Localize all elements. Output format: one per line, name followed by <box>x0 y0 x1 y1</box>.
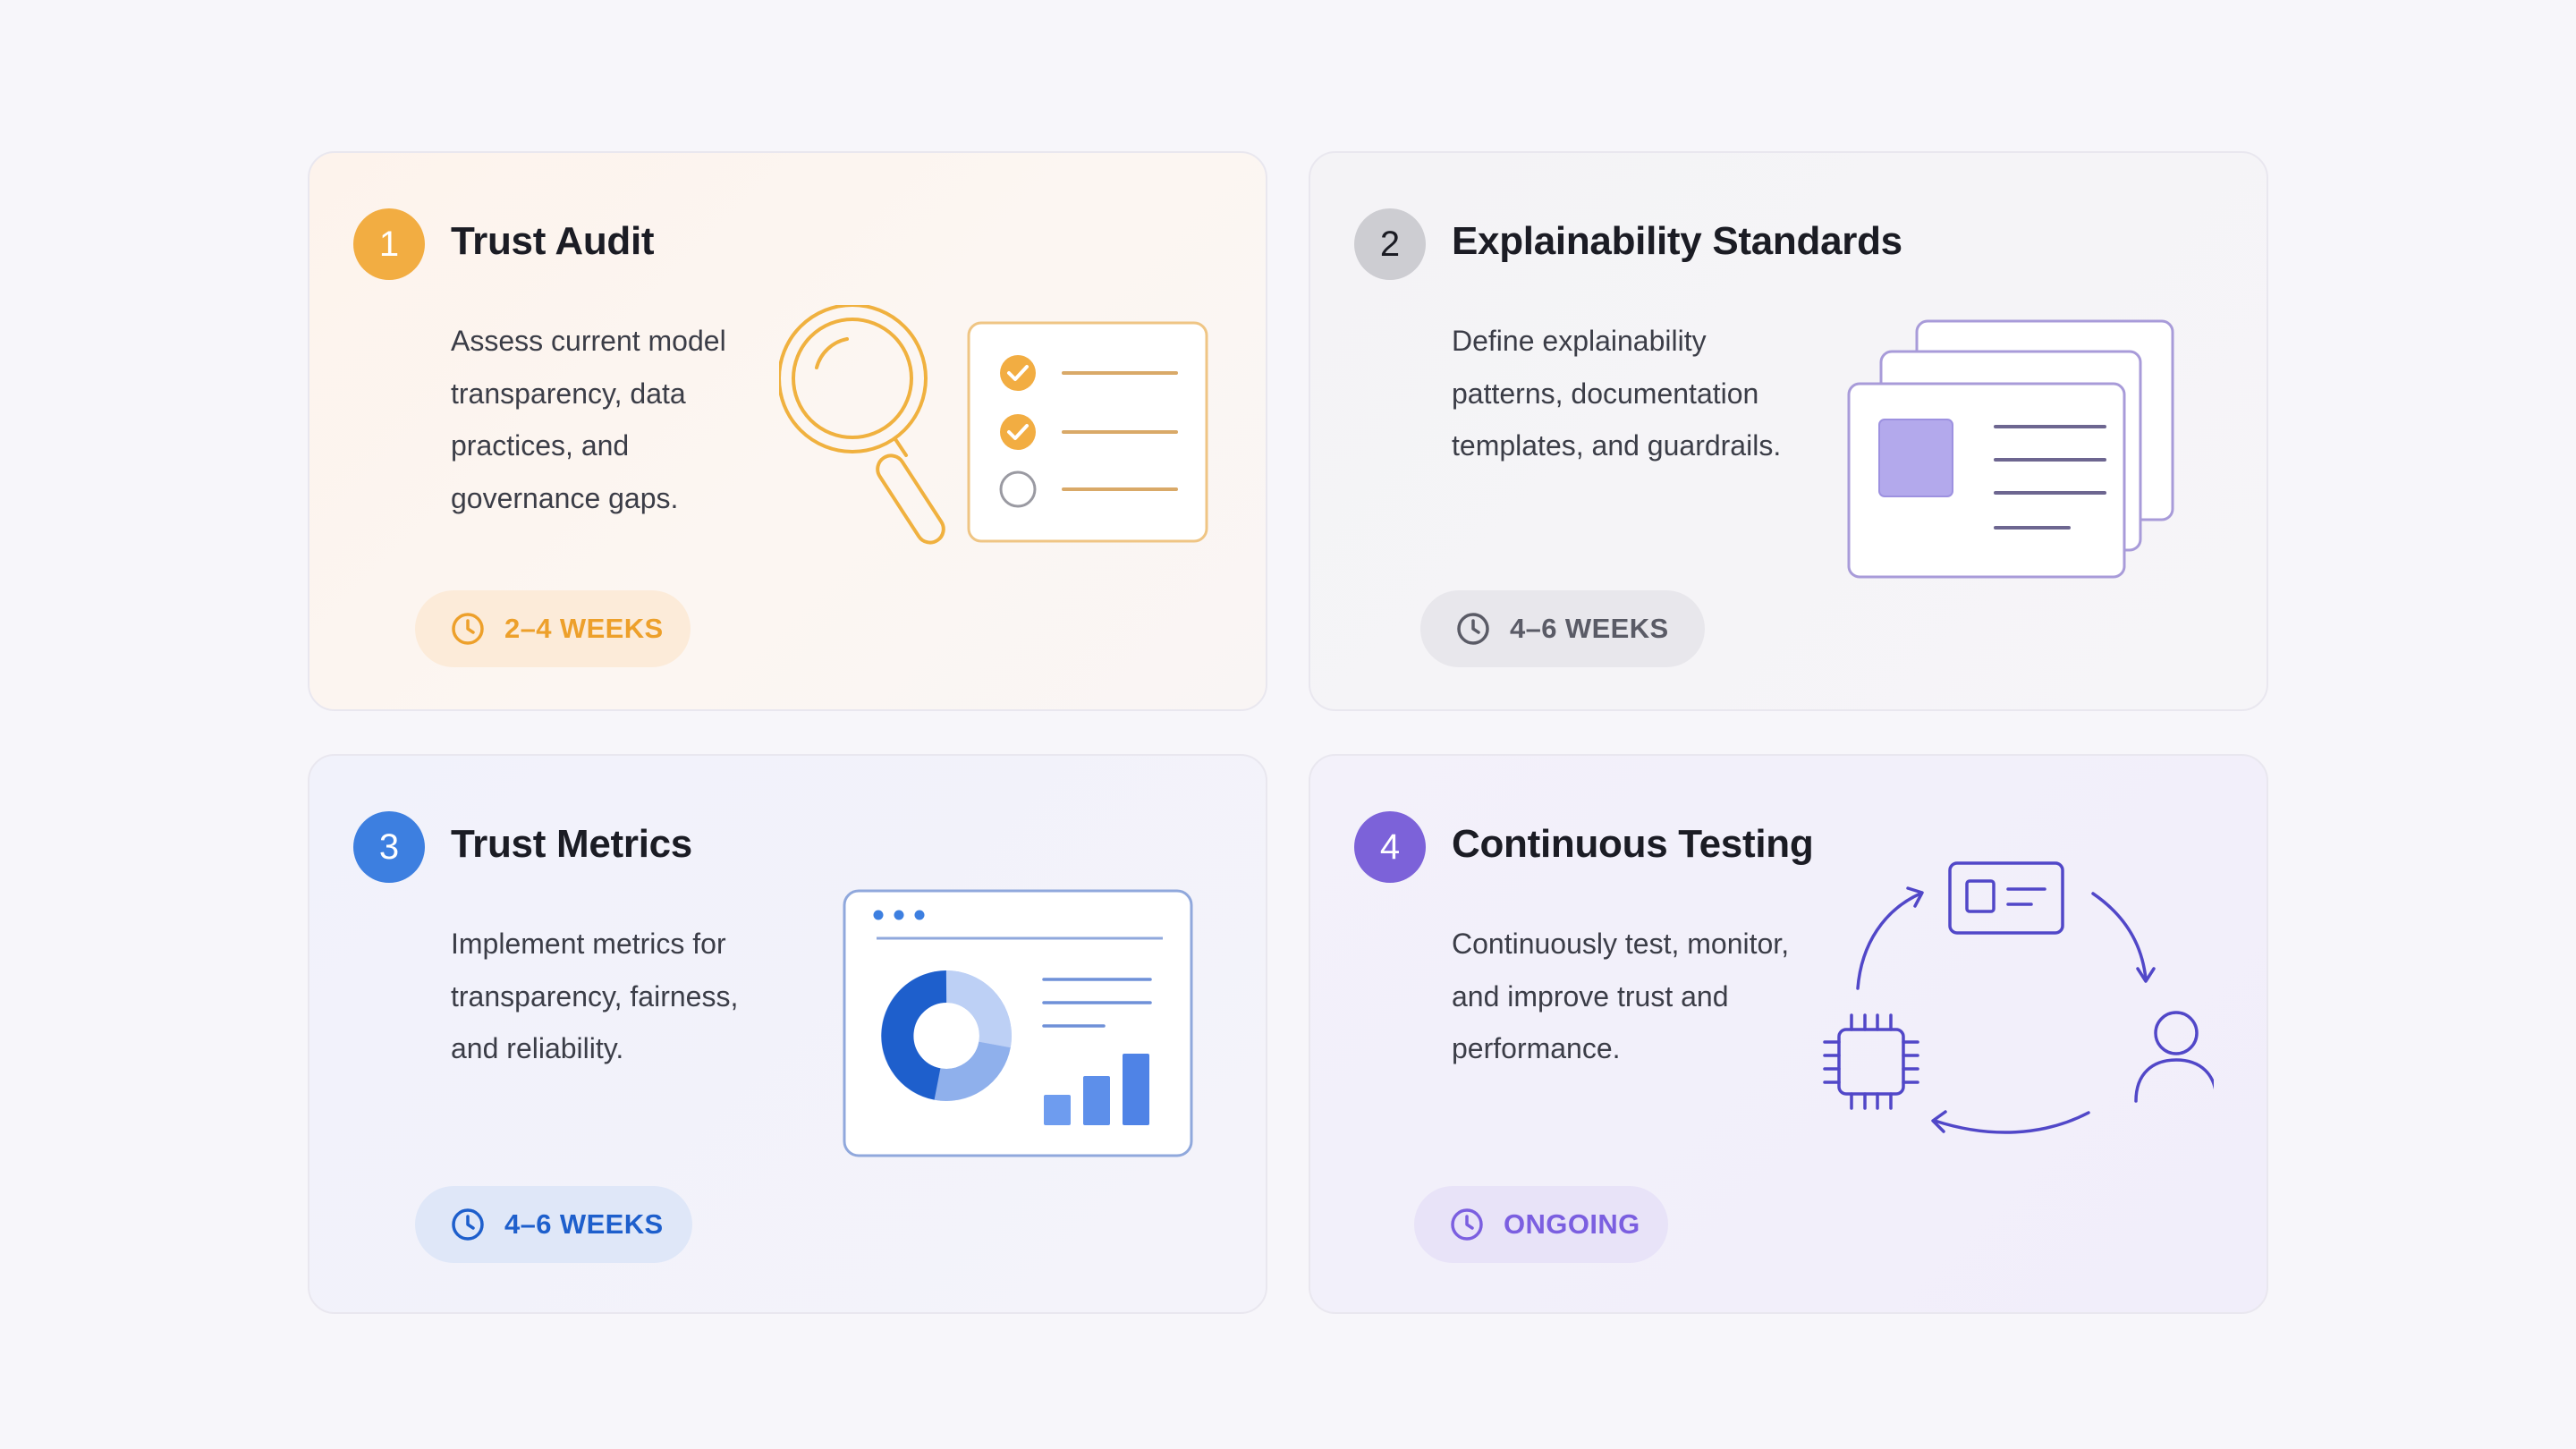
duration-label: 4–6 WEEKS <box>1510 613 1669 644</box>
clock-icon <box>452 613 484 645</box>
duration-label: 2–4 WEEKS <box>504 613 664 644</box>
card-title: Trust Metrics <box>451 822 692 866</box>
phase-card-trust-audit: 1 Trust Audit Assess current model trans… <box>308 151 1267 711</box>
phase-card-trust-metrics: 3 Trust Metrics Implement metrics for tr… <box>308 754 1267 1314</box>
stacked-documents-icon <box>1847 319 2174 579</box>
card-title: Trust Audit <box>451 219 655 263</box>
card-description: Assess current model transparency, data … <box>451 325 726 514</box>
duration-label: 4–6 WEEKS <box>504 1208 664 1240</box>
cycle-chip-person-icon <box>1823 861 2214 1134</box>
card-description: Continuously test, monitor, and improve … <box>1452 928 1790 1064</box>
duration-label: ONGOING <box>1504 1208 1640 1240</box>
duration-pill: 4–6 WEEKS <box>415 1186 692 1263</box>
dashboard-chart-icon <box>843 889 1193 1157</box>
duration-pill: 2–4 WEEKS <box>415 590 691 667</box>
phase-card-continuous-testing: 4 Continuous Testing Continuously test, … <box>1309 754 2268 1314</box>
clock-icon <box>452 1208 484 1241</box>
step-number-badge: 1 <box>353 208 425 280</box>
card-title: Explainability Standards <box>1452 219 1902 263</box>
step-number-badge: 3 <box>353 811 425 883</box>
card-title: Continuous Testing <box>1452 822 1814 866</box>
step-number-badge: 2 <box>1354 208 1426 280</box>
card-description: Define explainability patterns, document… <box>1452 325 1782 462</box>
step-number-badge: 4 <box>1354 811 1426 883</box>
card-description: Implement metrics for transparency, fair… <box>451 928 739 1064</box>
duration-pill: ONGOING <box>1414 1186 1668 1263</box>
magnifier-checklist-icon <box>779 305 1208 545</box>
clock-icon <box>1457 613 1489 645</box>
clock-icon <box>1451 1208 1483 1241</box>
duration-pill: 4–6 WEEKS <box>1420 590 1705 667</box>
phase-card-explainability-standards: 2 Explainability Standards Define explai… <box>1309 151 2268 711</box>
